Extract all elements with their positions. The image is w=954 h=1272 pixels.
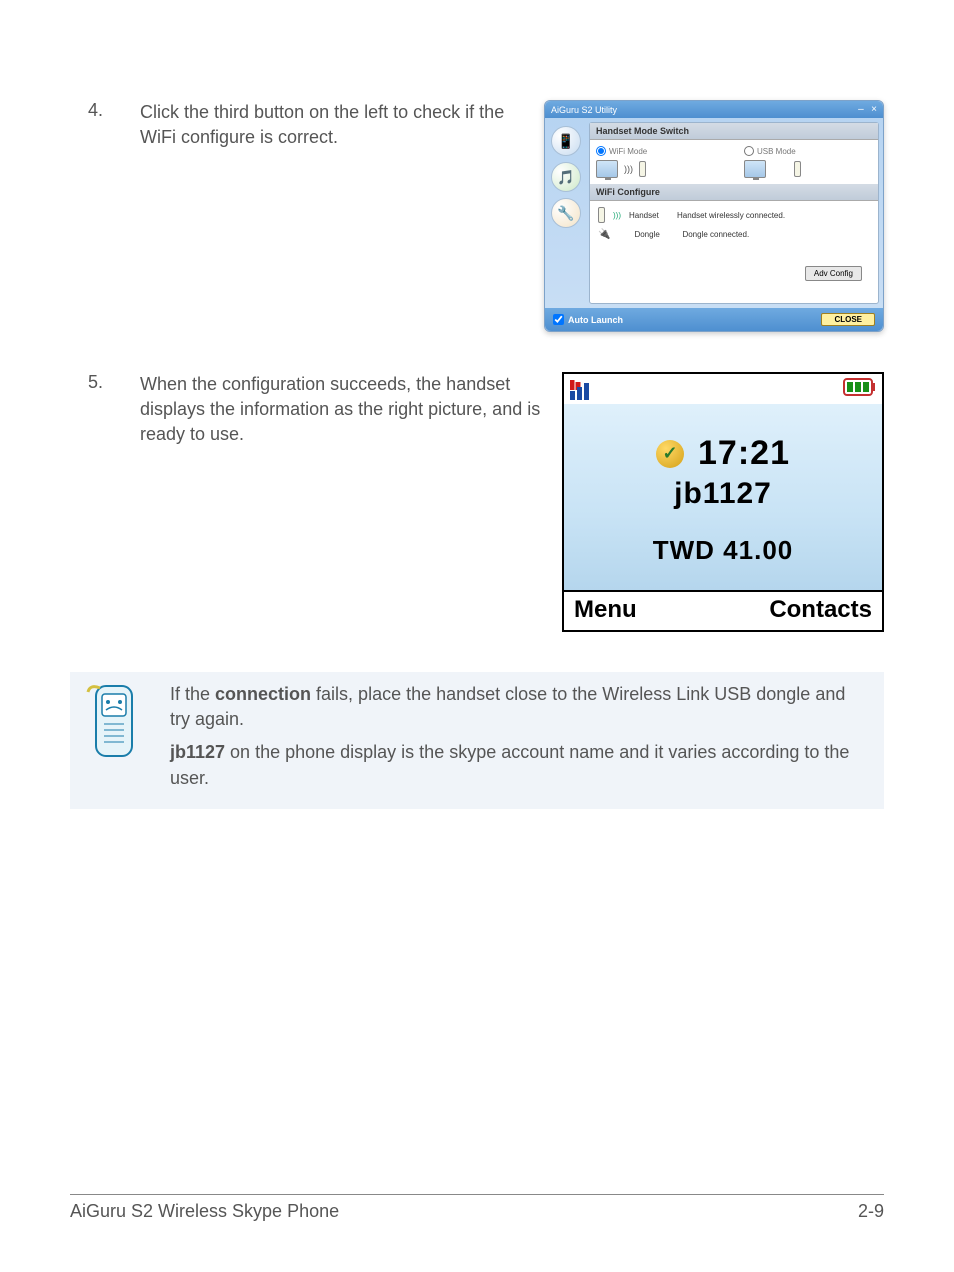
step-4-row: 4. Click the third button on the left to… [70,100,884,332]
account-text: jb1127 [574,477,872,511]
dongle-label: Dongle [634,230,674,239]
dongle-icon: 🔌 [598,229,610,240]
battery-icon [842,378,876,396]
handset-icon [598,207,605,223]
usb-mode-label: USB Mode [757,147,796,156]
note-p1-b: connection [215,684,311,704]
handset-mode-switch-header: Handset Mode Switch [590,123,878,140]
step-4-number: 4. [70,100,140,121]
signal-icon [570,378,598,400]
handset-display-image: ✓ 17:21 jb1127 TWD 41.00 Menu Contacts [562,372,884,632]
step-5-row: 5. When the configuration succeeds, the … [70,372,884,632]
auto-launch-label: Auto Launch [568,315,623,325]
handset-display: ✓ 17:21 jb1127 TWD 41.00 Menu Contacts [562,372,884,632]
step-5-number: 5. [70,372,140,393]
step-5-text: When the configuration succeeds, the han… [140,372,562,448]
minimize-button[interactable]: – [858,104,864,115]
note-p1-a: If the [170,684,215,704]
utility-titlebar: AiGuru S2 Utility – × [545,101,883,118]
auto-launch-checkbox[interactable] [553,314,564,325]
utility-main-panel: Handset Mode Switch WiFi Mode ))) [589,122,879,304]
wifi-configure-header: WiFi Configure [590,184,878,201]
monitor-icon-2 [744,160,766,178]
note-box: If the connection fails, place the hands… [70,672,884,809]
handset-softkeys: Menu Contacts [564,590,882,630]
handset-status-text: Handset wirelessly connected. [677,211,785,220]
handset-status-bar [564,374,882,404]
footer-page-number: 2-9 [858,1201,884,1222]
adv-config-button[interactable]: Adv Config [805,266,862,281]
utility-window: AiGuru S2 Utility – × 📱 🎵 🔧 Handset Mode… [544,100,884,332]
note-p2-b: on the phone display is the skype accoun… [170,742,849,787]
close-button[interactable]: CLOSE [821,313,875,326]
utility-window-image: AiGuru S2 Utility – × 📱 🎵 🔧 Handset Mode… [544,100,884,332]
handset-body: ✓ 17:21 jb1127 TWD 41.00 [564,404,882,590]
sidebar-button-1[interactable]: 📱 [551,126,581,156]
wifi-mode-radio[interactable] [596,146,606,156]
close-window-button[interactable]: × [871,104,877,115]
utility-sidebar: 📱 🎵 🔧 [549,122,585,304]
softkey-right[interactable]: Contacts [769,596,872,624]
softkey-left[interactable]: Menu [574,596,637,624]
time-text: 17:21 [698,434,790,473]
phone-icon [639,161,646,177]
wifi-mode-label: WiFi Mode [609,147,647,156]
step-4-text: Click the third button on the left to ch… [140,100,544,150]
note-phone-icon [80,682,150,762]
phone-icon-2 [794,161,801,177]
note-text: If the connection fails, place the hands… [170,682,864,799]
usb-mode-radio[interactable] [744,146,754,156]
sidebar-button-3[interactable]: 🔧 [551,198,581,228]
note-p2-a: jb1127 [170,742,225,762]
footer-title: AiGuru S2 Wireless Skype Phone [70,1201,339,1222]
sidebar-button-2[interactable]: 🎵 [551,162,581,192]
handset-online-icon: ))) [613,211,621,220]
status-ok-icon: ✓ [656,440,684,468]
wifi-signal-icon: ))) [624,164,633,174]
utility-title: AiGuru S2 Utility [551,105,617,115]
handset-label: Handset [629,211,669,220]
page-footer: AiGuru S2 Wireless Skype Phone 2-9 [70,1194,884,1222]
monitor-icon [596,160,618,178]
dongle-status-text: Dongle connected. [682,230,749,239]
balance-text: TWD 41.00 [574,535,872,566]
